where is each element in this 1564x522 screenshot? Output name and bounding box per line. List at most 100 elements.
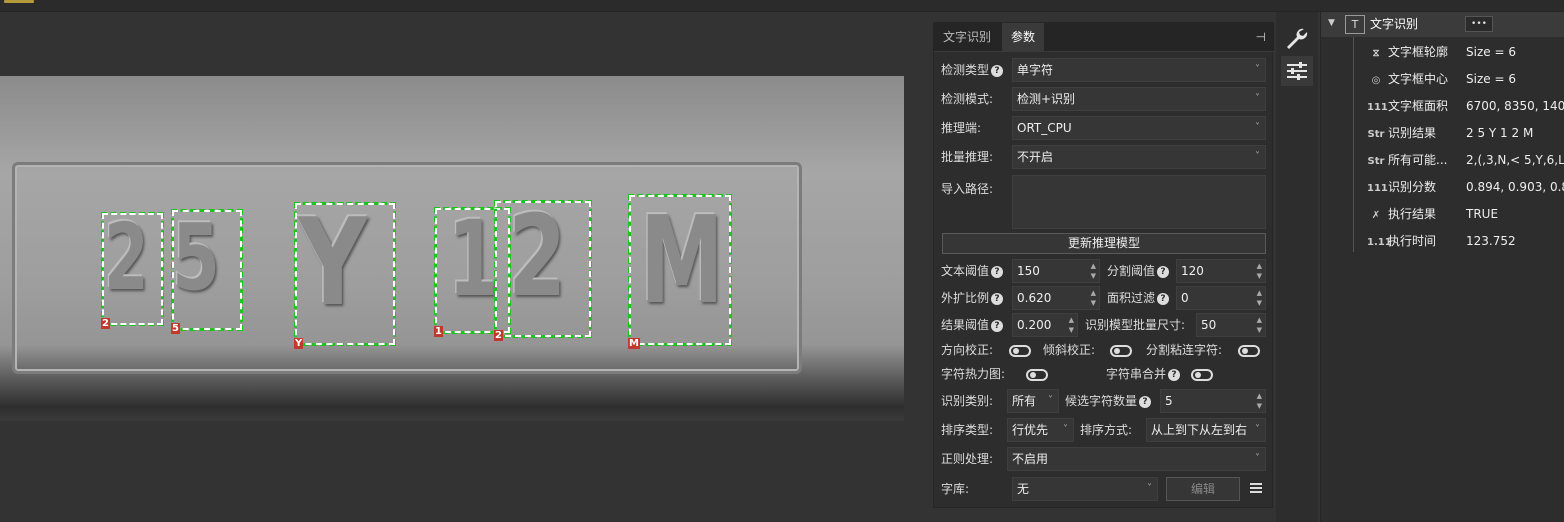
tree-item[interactable]: 111文字框面积 6700, 8350, 1408 xyxy=(1367,93,1564,120)
menu-icon[interactable] xyxy=(1249,481,1263,495)
chevron-down-icon: ˅ xyxy=(1255,122,1260,133)
tree-guide xyxy=(1353,37,1354,252)
help-icon[interactable]: ? xyxy=(991,265,1004,278)
tree-item[interactable]: 111识别分数 0.894, 0.903, 0.88 xyxy=(1367,174,1564,201)
area-filter-row: 面积过滤? xyxy=(1107,286,1170,310)
detect-type-value: 单字符 xyxy=(1017,63,1054,77)
help-icon[interactable]: ? xyxy=(1157,292,1170,305)
help-icon[interactable]: ? xyxy=(991,64,1004,77)
stepper-arrows-icon[interactable]: ▲ ▼ xyxy=(1257,261,1262,281)
tab-parameters[interactable]: 参数 xyxy=(1002,23,1045,52)
tree-root-row[interactable]: ▼ T 文字识别 ••• xyxy=(1321,12,1564,37)
detection-box[interactable]: 2 xyxy=(101,212,164,329)
tree-item[interactable]: Str 识别结果 2 5 Y 1 2 M xyxy=(1367,120,1534,147)
stepper-arrows-icon[interactable]: ▲ ▼ xyxy=(1069,315,1074,335)
tab-text-recognition[interactable]: 文字识别 xyxy=(934,23,1000,52)
detection-label: 1 xyxy=(434,326,443,337)
direction-toggle[interactable] xyxy=(1009,345,1031,357)
stepper-arrows-icon[interactable]: ▲ ▼ xyxy=(1257,391,1262,411)
tilt-toggle[interactable] xyxy=(1110,345,1132,357)
detection-label: Y xyxy=(294,338,304,349)
regex-select[interactable]: 不启用 ˅ xyxy=(1007,447,1266,471)
stepper-arrows-icon[interactable]: ▲ ▼ xyxy=(1257,315,1262,335)
library-select[interactable]: 无 ˅ xyxy=(1012,477,1158,501)
batch-select[interactable]: 不开启 ˅ xyxy=(1012,145,1266,169)
expand-ratio-label: 外扩比例 xyxy=(941,291,990,305)
heatmap-label: 字符热力图: xyxy=(941,367,1006,381)
chevron-down-icon: ˅ xyxy=(1255,64,1260,75)
stepper-arrows-icon[interactable]: ▲ ▼ xyxy=(1091,261,1096,281)
detection-box[interactable]: 5 xyxy=(171,209,243,334)
more-button[interactable]: ••• xyxy=(1465,16,1493,32)
stepper-arrows-icon[interactable]: ▲ ▼ xyxy=(1257,288,1262,308)
result-threshold-stepper[interactable]: 0.200 ▲ ▼ xyxy=(1012,313,1078,337)
split-toggle[interactable] xyxy=(1238,345,1260,357)
string-icon: Str xyxy=(1367,129,1385,140)
merge-toggle[interactable] xyxy=(1191,369,1213,381)
tree-item-value: 6700, 8350, 1408 xyxy=(1466,99,1564,113)
batch-size-stepper[interactable]: 50 ▲ ▼ xyxy=(1196,313,1266,337)
seg-threshold-stepper[interactable]: 120 ▲ ▼ xyxy=(1176,259,1266,283)
text-center-icon: ◎ xyxy=(1371,75,1381,86)
tree-item-label: 文字框轮廓 xyxy=(1388,45,1449,59)
tree-item-value: TRUE xyxy=(1466,207,1499,221)
detection-box[interactable]: Y xyxy=(294,202,396,349)
detect-mode-select[interactable]: 检测+识别 ˅ xyxy=(1012,87,1266,111)
regex-value: 不启用 xyxy=(1012,452,1049,466)
help-icon[interactable]: ? xyxy=(1157,265,1170,278)
tree-item-value: 2,(,3,N,< 5,Y,6,L,C xyxy=(1466,153,1564,167)
help-icon[interactable]: ? xyxy=(1168,368,1181,381)
sort-type-select[interactable]: 行优先 ˅ xyxy=(1007,418,1074,442)
pin-icon[interactable]: ⊣ xyxy=(1256,30,1266,44)
sliders-icon[interactable] xyxy=(1281,56,1313,86)
tree-item[interactable]: Str所有可能... 2,(,3,N,< 5,Y,6,L,C xyxy=(1367,147,1564,174)
tree-item-value: 2 5 Y 1 2 M xyxy=(1466,126,1534,140)
tree-item-label: 文字框中心 xyxy=(1388,72,1449,86)
split-label: 分割粘连字符: xyxy=(1146,343,1223,357)
import-path-input[interactable] xyxy=(1012,175,1266,229)
detection-box[interactable]: 2 xyxy=(494,200,592,341)
merge-row: 字符串合并? xyxy=(1106,362,1181,386)
batch-size-value: 50 xyxy=(1201,318,1217,332)
tree-item[interactable]: ✗ 执行结果 TRUE xyxy=(1367,201,1498,228)
tree-item-label: 识别结果 xyxy=(1388,126,1437,140)
stepper-arrows-icon[interactable]: ▲ ▼ xyxy=(1091,288,1096,308)
rec-category-value: 所有 xyxy=(1012,394,1037,408)
inference-select[interactable]: ORT_CPU ˅ xyxy=(1012,116,1266,140)
sort-method-select[interactable]: 从上到下从左到右 ˅ xyxy=(1146,418,1266,442)
tree-item[interactable]: ◎ 文字框中心 Size = 6 xyxy=(1367,66,1516,93)
tree-item[interactable]: 1.11执行时间 123.752 xyxy=(1367,228,1516,255)
update-model-button[interactable]: 更新推理模型 xyxy=(942,233,1266,254)
tree-item[interactable]: ⧖ 文字框轮廓 Size = 6 xyxy=(1367,39,1515,66)
heatmap-toggle[interactable] xyxy=(1026,369,1048,381)
merge-label: 字符串合并 xyxy=(1106,367,1167,381)
title-bar xyxy=(0,0,1564,12)
result-threshold-label: 结果阈值 xyxy=(941,318,990,332)
area-filter-stepper[interactable]: 0 ▲ ▼ xyxy=(1176,286,1266,310)
expand-ratio-stepper[interactable]: 0.620 ▲ ▼ xyxy=(1012,286,1100,310)
tree-item-value: Size = 6 xyxy=(1466,45,1516,59)
batch-value: 不开启 xyxy=(1017,150,1054,164)
import-path-label: 导入路径: xyxy=(941,182,994,196)
edit-button[interactable]: 编辑 xyxy=(1166,477,1240,501)
help-icon[interactable]: ? xyxy=(991,319,1004,332)
text-threshold-stepper[interactable]: 150 ▲ ▼ xyxy=(1012,259,1100,283)
rec-category-select[interactable]: 所有 ˅ xyxy=(1007,389,1059,413)
candidate-stepper[interactable]: 5 ▲ ▼ xyxy=(1160,389,1266,413)
inspection-image[interactable]: 2 5 Y 1 2 M 2 5 Y 1 2 M xyxy=(0,76,904,421)
help-icon[interactable]: ? xyxy=(991,292,1004,305)
wrench-icon[interactable] xyxy=(1281,24,1313,54)
area-filter-label: 面积过滤 xyxy=(1107,291,1156,305)
detection-label: 2 xyxy=(101,318,110,329)
detection-label: M xyxy=(628,338,640,349)
help-icon[interactable]: ? xyxy=(1139,395,1152,408)
chevron-down-icon: ˅ xyxy=(1147,483,1152,494)
detect-type-select[interactable]: 单字符 ˅ xyxy=(1012,58,1266,82)
detect-mode-value: 检测+识别 xyxy=(1017,92,1076,106)
detection-box[interactable]: M xyxy=(628,194,732,349)
collapse-arrow-icon[interactable]: ▼ xyxy=(1328,18,1335,28)
tree-item-label: 识别分数 xyxy=(1388,180,1437,194)
direction-label: 方向校正: xyxy=(941,343,994,357)
chevron-down-icon: ˅ xyxy=(1048,395,1053,406)
inference-label: 推理端: xyxy=(941,121,982,135)
